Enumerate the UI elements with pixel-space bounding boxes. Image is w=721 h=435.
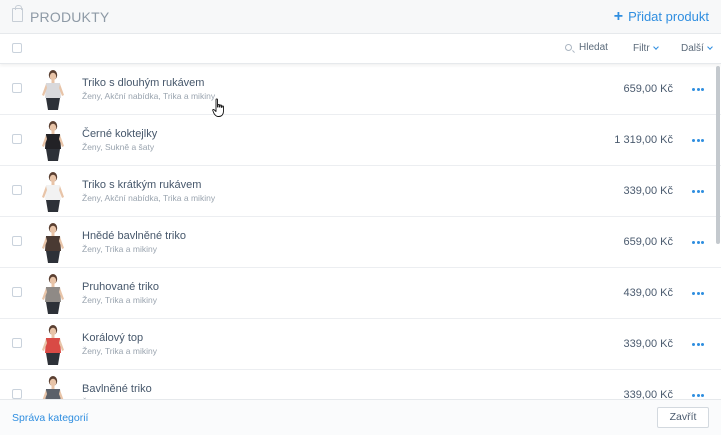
product-thumbnail: [42, 223, 64, 263]
shirt-shape: [45, 83, 61, 98]
plus-icon: +: [613, 8, 624, 25]
row-checkbox[interactable]: [12, 338, 22, 348]
shirt-shape: [45, 134, 61, 149]
manage-categories-link[interactable]: Správa kategorií: [12, 412, 88, 424]
more-dropdown[interactable]: Další: [681, 43, 713, 54]
product-list: Triko s dlouhým rukávem Ženy, Akční nabíd…: [0, 64, 721, 399]
chevron-down-icon: [706, 44, 713, 50]
product-thumbnail: [42, 121, 64, 161]
product-categories: Ženy, Trika a mikiny: [82, 346, 157, 356]
header: PRODUKTY + Přidat produkt: [0, 0, 721, 34]
product-thumbnail: [42, 325, 64, 365]
product-price: 339,00 Kč: [623, 389, 673, 399]
product-price: 339,00 Kč: [623, 338, 673, 350]
product-name[interactable]: Pruhované triko: [82, 281, 159, 293]
product-row[interactable]: Korálový top Ženy, Trika a mikiny 339,00 K…: [0, 319, 721, 370]
row-checkbox[interactable]: [12, 83, 22, 93]
product-categories: Ženy, Trika a mikiny: [82, 295, 157, 305]
product-name[interactable]: Triko s dlouhým rukávem: [82, 77, 204, 89]
more-actions-icon[interactable]: [692, 292, 704, 295]
close-button[interactable]: Zavřít: [657, 407, 709, 428]
product-thumbnail: [42, 172, 64, 212]
more-actions-icon[interactable]: [692, 394, 704, 397]
row-checkbox[interactable]: [12, 134, 22, 144]
toolbar: Hledat Filtr Další: [0, 34, 721, 64]
product-name[interactable]: Hnědé bavlněné triko: [82, 230, 186, 242]
scrollbar[interactable]: [716, 66, 720, 244]
product-categories: Ženy, Sukně a šaty: [82, 142, 155, 152]
product-price: 659,00 Kč: [623, 83, 673, 95]
product-row[interactable]: Hnědé bavlněné triko Ženy, Trika a mikiny…: [0, 217, 721, 268]
add-product-label: Přidat produkt: [628, 9, 709, 24]
row-checkbox[interactable]: [12, 185, 22, 195]
more-actions-icon[interactable]: [692, 241, 704, 244]
product-categories: Ženy, Trika a mikiny: [82, 244, 157, 254]
shirt-shape: [45, 287, 61, 302]
product-row[interactable]: Triko s krátkým rukávem Ženy, Akční nabíd…: [0, 166, 721, 217]
product-price: 1 319,00 Kč: [614, 134, 673, 146]
product-price: 659,00 Kč: [623, 236, 673, 248]
product-categories: Ženy, Akční nabídka, Trika a mikiny: [82, 91, 216, 101]
product-row[interactable]: Černé koktejlky Ženy, Sukně a šaty 1 319,0…: [0, 115, 721, 166]
more-actions-icon[interactable]: [692, 88, 704, 91]
page-title: PRODUKTY: [30, 9, 110, 25]
product-price: 439,00 Kč: [623, 287, 673, 299]
product-thumbnail: [42, 70, 64, 110]
more-label: Další: [681, 43, 704, 54]
product-thumbnail: [42, 274, 64, 314]
add-product-button[interactable]: + Přidat produkt: [613, 8, 709, 25]
product-price: 339,00 Kč: [623, 185, 673, 197]
product-name[interactable]: Černé koktejlky: [82, 128, 157, 140]
product-name[interactable]: Bavlněné triko: [82, 383, 152, 395]
search-icon: [565, 44, 572, 51]
more-actions-icon[interactable]: [692, 343, 704, 346]
select-all-checkbox[interactable]: [12, 43, 22, 53]
footer: Správa kategorií Zavřít: [0, 399, 721, 435]
product-name[interactable]: Korálový top: [82, 332, 143, 344]
hand-cursor-icon: [212, 98, 224, 117]
shopping-bag-icon: [12, 5, 23, 22]
shirt-shape: [45, 185, 61, 200]
shirt-shape: [45, 338, 61, 353]
more-actions-icon[interactable]: [692, 190, 704, 193]
search-button[interactable]: Hledat: [565, 42, 608, 53]
product-row[interactable]: Bavlněné trikoŽeny, Trika a mikiny339,00…: [0, 370, 721, 399]
shirt-shape: [45, 389, 61, 399]
filter-dropdown[interactable]: Filtr: [633, 43, 659, 54]
shirt-shape: [45, 236, 61, 251]
product-categories: Ženy, Akční nabídka, Trika a mikiny: [82, 193, 216, 203]
filter-label: Filtr: [633, 43, 650, 54]
row-checkbox[interactable]: [12, 287, 22, 297]
product-name[interactable]: Triko s krátkým rukávem: [82, 179, 201, 191]
row-checkbox[interactable]: [12, 389, 22, 399]
product-row[interactable]: Pruhované triko Ženy, Trika a mikiny 439,0…: [0, 268, 721, 319]
chevron-down-icon: [652, 44, 659, 50]
more-actions-icon[interactable]: [692, 139, 704, 142]
product-thumbnail: [42, 376, 64, 399]
product-row[interactable]: Triko s dlouhým rukávem Ženy, Akční nabíd…: [0, 64, 721, 115]
row-checkbox[interactable]: [12, 236, 22, 246]
search-label: Hledat: [579, 42, 608, 53]
